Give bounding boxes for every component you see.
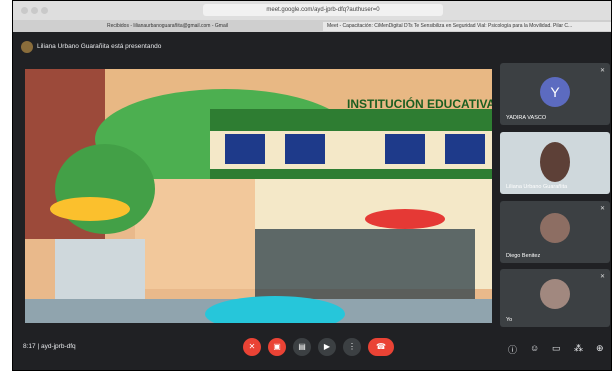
- participant-tile[interactable]: Y ✕ YADIRA VASCO: [500, 63, 610, 125]
- mic-button[interactable]: ✕: [243, 338, 261, 356]
- info-icon[interactable]: ⓘ: [508, 343, 517, 356]
- mic-off-icon: ✕: [599, 206, 605, 212]
- more-options-button[interactable]: ⋮: [343, 338, 361, 356]
- control-bar: 8:17 | ayd-jprb-dfq ✕ ▣ ▤ ▶ ⋮ ☎ ⓘ ☺ ▭ ⁂ …: [13, 331, 611, 370]
- host-controls-icon[interactable]: ⊕: [596, 343, 604, 354]
- presenter-text: Liliana Urbano Guarañita está presentand…: [37, 43, 162, 50]
- tab-meet[interactable]: Meet - Capacitación: CiMenDigital DTs Te…: [323, 22, 611, 31]
- window-control[interactable]: [31, 7, 38, 14]
- participant-tile[interactable]: Liliana Urbano Guarañita: [500, 132, 610, 194]
- participant-name: Diego Benitez: [506, 253, 541, 259]
- presenting-bar: Liliana Urbano Guarañita está presentand…: [13, 34, 611, 60]
- browser-chrome: meet.google.com/ayd-jprb-dfq?authuser=0: [13, 1, 611, 20]
- meeting-time: 8:17 | ayd-jprb-dfq: [23, 343, 76, 350]
- window-control[interactable]: [41, 7, 48, 14]
- avatar: [540, 142, 570, 182]
- participant-name: YADIRA VASCO: [506, 115, 547, 121]
- people-icon[interactable]: ☺: [530, 343, 539, 353]
- address-bar[interactable]: meet.google.com/ayd-jprb-dfq?authuser=0: [203, 4, 443, 16]
- participant-tile[interactable]: ✕ Yo: [500, 269, 610, 327]
- window-control[interactable]: [21, 7, 28, 14]
- avatar: [540, 213, 570, 243]
- leave-call-button[interactable]: ☎: [368, 338, 394, 356]
- participant-name: Liliana Urbano Guarañita: [506, 184, 568, 190]
- tab-gmail[interactable]: Recibidos - lilianaurbanoguarañita@gmail…: [103, 22, 273, 31]
- activities-icon[interactable]: ⁂: [574, 343, 583, 354]
- mic-off-icon: ✕: [599, 274, 605, 280]
- chat-icon[interactable]: ▭: [552, 343, 561, 354]
- mic-off-icon: ✕: [599, 68, 605, 74]
- shared-screen: INSTITUCIÓN EDUCATIVA: [25, 69, 492, 323]
- tab-strip: Recibidos - lilianaurbanoguarañita@gmail…: [13, 20, 611, 32]
- avatar: Y: [540, 77, 570, 107]
- present-button[interactable]: ▶: [318, 338, 336, 356]
- avatar: [540, 279, 570, 309]
- school-sign: INSTITUCIÓN EDUCATIVA: [347, 97, 492, 111]
- participant-name: Yo: [506, 317, 513, 323]
- camera-button[interactable]: ▣: [268, 338, 286, 356]
- participant-tile[interactable]: ✕ Diego Benitez: [500, 201, 610, 263]
- screen-frame: meet.google.com/ayd-jprb-dfq?authuser=0 …: [12, 0, 612, 371]
- presenter-avatar: [21, 41, 33, 53]
- captions-button[interactable]: ▤: [293, 338, 311, 356]
